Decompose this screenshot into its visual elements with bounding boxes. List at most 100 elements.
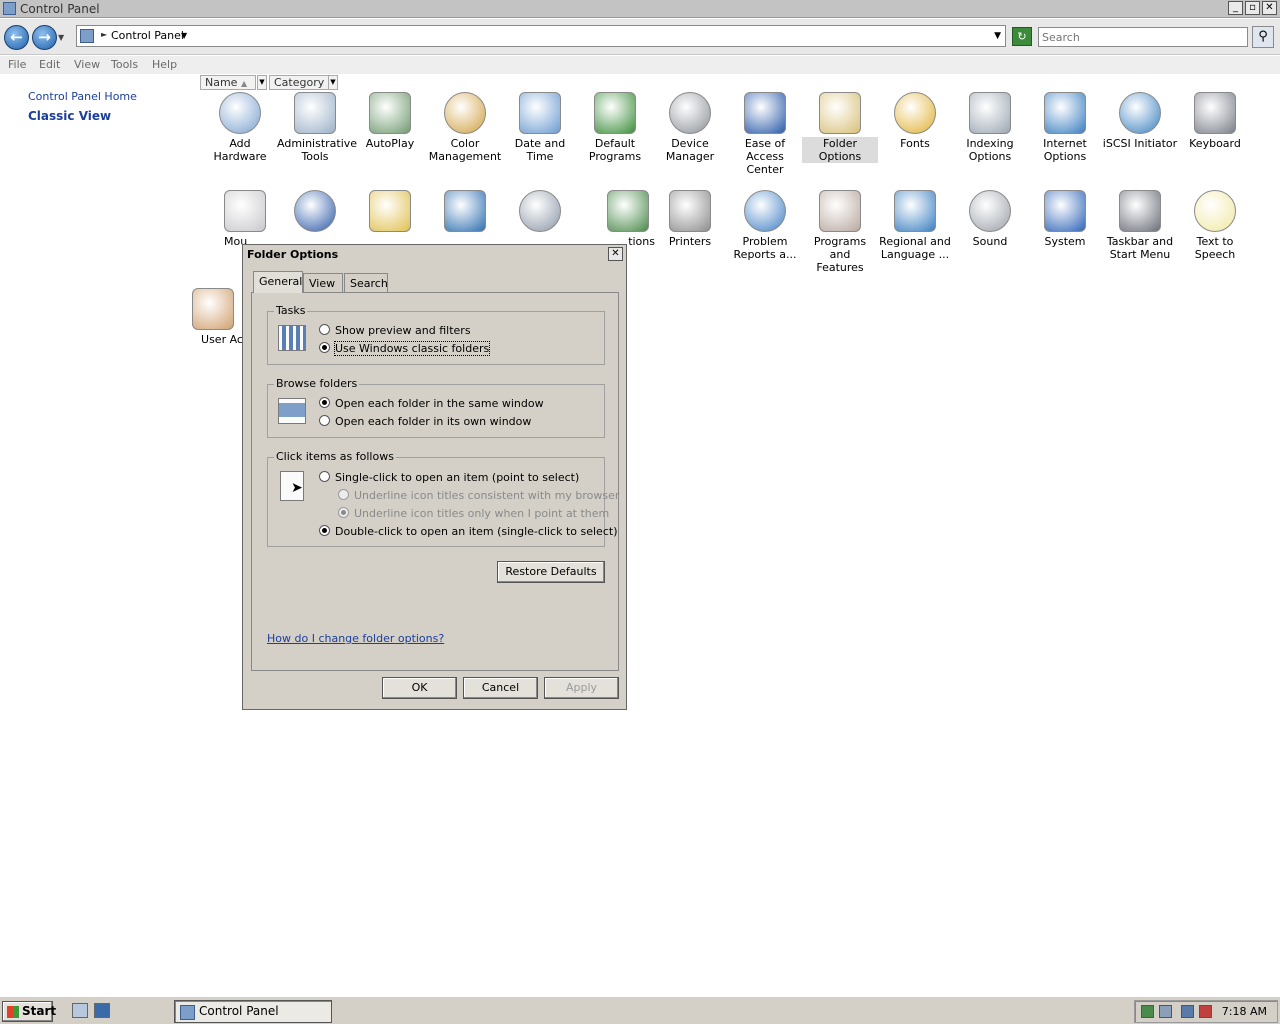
refresh-button[interactable]: ↻ bbox=[1012, 27, 1032, 46]
item-label: Color Management bbox=[428, 137, 502, 163]
browse-folders-group-title: Browse folders bbox=[274, 377, 360, 390]
single-click-radio[interactable]: Single-click to open an item (point to s… bbox=[319, 471, 579, 484]
search-icon[interactable]: ⚲ bbox=[1252, 26, 1274, 48]
item-administrative-tools[interactable]: Administrative Tools bbox=[277, 92, 358, 163]
item-label: Ease of Access Center bbox=[744, 137, 786, 176]
show-preview-radio[interactable]: Show preview and filters bbox=[319, 324, 471, 337]
cancel-button[interactable]: Cancel bbox=[463, 677, 538, 699]
search-input[interactable] bbox=[1038, 27, 1248, 47]
minimize-button[interactable]: _ bbox=[1228, 1, 1243, 15]
menu-file[interactable]: File bbox=[8, 58, 26, 71]
item-ease-of-access[interactable]: Ease of Access Center bbox=[727, 92, 803, 176]
item-mouse[interactable]: Mou bbox=[224, 190, 272, 248]
item-iscsi-initiator[interactable]: iSCSI Initiator bbox=[1102, 92, 1178, 150]
item-label: Taskbar and Start Menu bbox=[1106, 235, 1174, 261]
tab-general[interactable]: General bbox=[253, 271, 303, 293]
item-label: Fonts bbox=[900, 137, 930, 150]
breadcrumb-dropdown-icon[interactable]: ▼ bbox=[181, 31, 187, 40]
volume-muted-icon[interactable] bbox=[1199, 1005, 1212, 1018]
menu-tools[interactable]: Tools bbox=[111, 58, 138, 71]
maximize-button[interactable]: ▫ bbox=[1245, 1, 1260, 15]
start-button[interactable]: Start bbox=[2, 1001, 56, 1022]
item-indexing-options[interactable]: Indexing Options bbox=[952, 92, 1028, 163]
security-icon[interactable] bbox=[1141, 1005, 1154, 1018]
column-name-label: Name bbox=[205, 76, 238, 89]
item-label: Internet Options bbox=[1043, 137, 1087, 163]
radio-selected-icon bbox=[319, 397, 330, 408]
item-autoplay[interactable]: AutoPlay bbox=[352, 92, 428, 150]
own-window-radio[interactable]: Open each folder in its own window bbox=[319, 415, 531, 428]
same-window-radio[interactable]: Open each folder in the same window bbox=[319, 397, 544, 410]
item-label: Add Hardware bbox=[213, 137, 267, 163]
address-bar[interactable]: ► Control Panel ▼ ▼ bbox=[76, 25, 1006, 47]
item-folder-options[interactable]: Folder Options bbox=[802, 92, 878, 163]
update-icon[interactable] bbox=[1159, 1005, 1172, 1018]
column-category[interactable]: Category bbox=[269, 75, 331, 90]
item-system[interactable]: System bbox=[1027, 190, 1103, 248]
item-printers[interactable]: Printers bbox=[652, 190, 728, 248]
column-name-dropdown-icon[interactable]: ▼ bbox=[257, 75, 267, 90]
help-link[interactable]: How do I change folder options? bbox=[267, 632, 444, 645]
menu-edit[interactable]: Edit bbox=[39, 58, 60, 71]
column-name[interactable]: Name ▲ bbox=[200, 75, 256, 90]
item-color-management[interactable]: Color Management bbox=[427, 92, 503, 163]
item-power-options[interactable]: tions bbox=[607, 190, 655, 248]
underline-browser-radio[interactable]: Underline icon titles consistent with my… bbox=[338, 489, 619, 502]
show-desktop-icon[interactable] bbox=[94, 1003, 110, 1018]
item-taskbar-start-menu[interactable]: Taskbar and Start Menu bbox=[1102, 190, 1178, 261]
user-accounts-icon bbox=[192, 288, 234, 330]
close-button[interactable]: ✕ bbox=[1262, 1, 1277, 15]
recent-pages-dropdown-icon[interactable]: ▼ bbox=[58, 33, 64, 42]
item-regional-language[interactable]: Regional and Language ... bbox=[877, 190, 953, 261]
restore-defaults-button[interactable]: Restore Defaults bbox=[497, 561, 605, 583]
programs-features-icon bbox=[819, 190, 861, 232]
item-personalization[interactable] bbox=[427, 190, 503, 235]
column-category-dropdown-icon[interactable]: ▼ bbox=[328, 75, 338, 90]
item-sound[interactable]: Sound bbox=[952, 190, 1028, 248]
regional-language-icon bbox=[894, 190, 936, 232]
server-manager-icon[interactable] bbox=[72, 1003, 88, 1018]
tab-view[interactable]: View bbox=[303, 273, 343, 293]
item-default-programs[interactable]: Default Programs bbox=[577, 92, 653, 163]
forward-button[interactable]: → bbox=[32, 25, 57, 50]
breadcrumb-control-panel[interactable]: Control Panel bbox=[111, 29, 184, 42]
tab-search[interactable]: Search bbox=[344, 273, 388, 293]
address-dropdown-icon[interactable]: ▼ bbox=[994, 31, 1001, 41]
system-tray: 7:18 AM bbox=[1134, 1000, 1278, 1023]
item-phone-modem[interactable] bbox=[502, 190, 578, 235]
dialog-close-button[interactable]: ✕ bbox=[608, 247, 623, 261]
ease-of-access-icon bbox=[744, 92, 786, 134]
network-icon[interactable] bbox=[1181, 1005, 1194, 1018]
item-offline-files[interactable] bbox=[352, 190, 428, 235]
back-button[interactable]: ← bbox=[4, 25, 29, 50]
double-click-radio[interactable]: Double-click to open an item (single-cli… bbox=[319, 525, 617, 538]
classic-folders-radio[interactable]: Use Windows classic folders bbox=[319, 341, 491, 356]
item-keyboard[interactable]: Keyboard bbox=[1177, 92, 1253, 150]
classic-view-link[interactable]: Classic View bbox=[28, 109, 111, 123]
dialog-title-bar: Folder Options ✕ bbox=[243, 245, 626, 263]
indexing-options-icon bbox=[969, 92, 1011, 134]
underline-point-radio[interactable]: Underline icon titles only when I point … bbox=[338, 507, 609, 520]
control-panel-home-link[interactable]: Control Panel Home bbox=[28, 90, 137, 103]
mouse-icon bbox=[224, 190, 266, 232]
item-label: Administrative Tools bbox=[277, 137, 358, 163]
clock[interactable]: 7:18 AM bbox=[1222, 1005, 1267, 1018]
item-problem-reports[interactable]: Problem Reports a... bbox=[727, 190, 803, 261]
menu-help[interactable]: Help bbox=[152, 58, 177, 71]
taskbar-control-panel[interactable]: Control Panel bbox=[174, 1000, 332, 1023]
breadcrumb-separator-icon[interactable]: ► bbox=[101, 30, 107, 39]
item-date-time[interactable]: Date and Time bbox=[502, 92, 578, 163]
item-programs-features[interactable]: Programs and Features bbox=[802, 190, 878, 274]
menu-view[interactable]: View bbox=[74, 58, 100, 71]
item-fonts[interactable]: Fonts bbox=[877, 92, 953, 150]
ok-button[interactable]: OK bbox=[382, 677, 457, 699]
color-management-icon bbox=[444, 92, 486, 134]
item-network[interactable] bbox=[277, 190, 353, 235]
item-text-to-speech[interactable]: Text to Speech bbox=[1177, 190, 1253, 261]
item-device-manager[interactable]: Device Manager bbox=[652, 92, 728, 163]
apply-button[interactable]: Apply bbox=[544, 677, 619, 699]
item-internet-options[interactable]: Internet Options bbox=[1027, 92, 1103, 163]
item-add-hardware[interactable]: Add Hardware bbox=[202, 92, 278, 163]
window-title: Control Panel bbox=[20, 2, 100, 16]
sort-ascending-icon: ▲ bbox=[240, 79, 248, 88]
